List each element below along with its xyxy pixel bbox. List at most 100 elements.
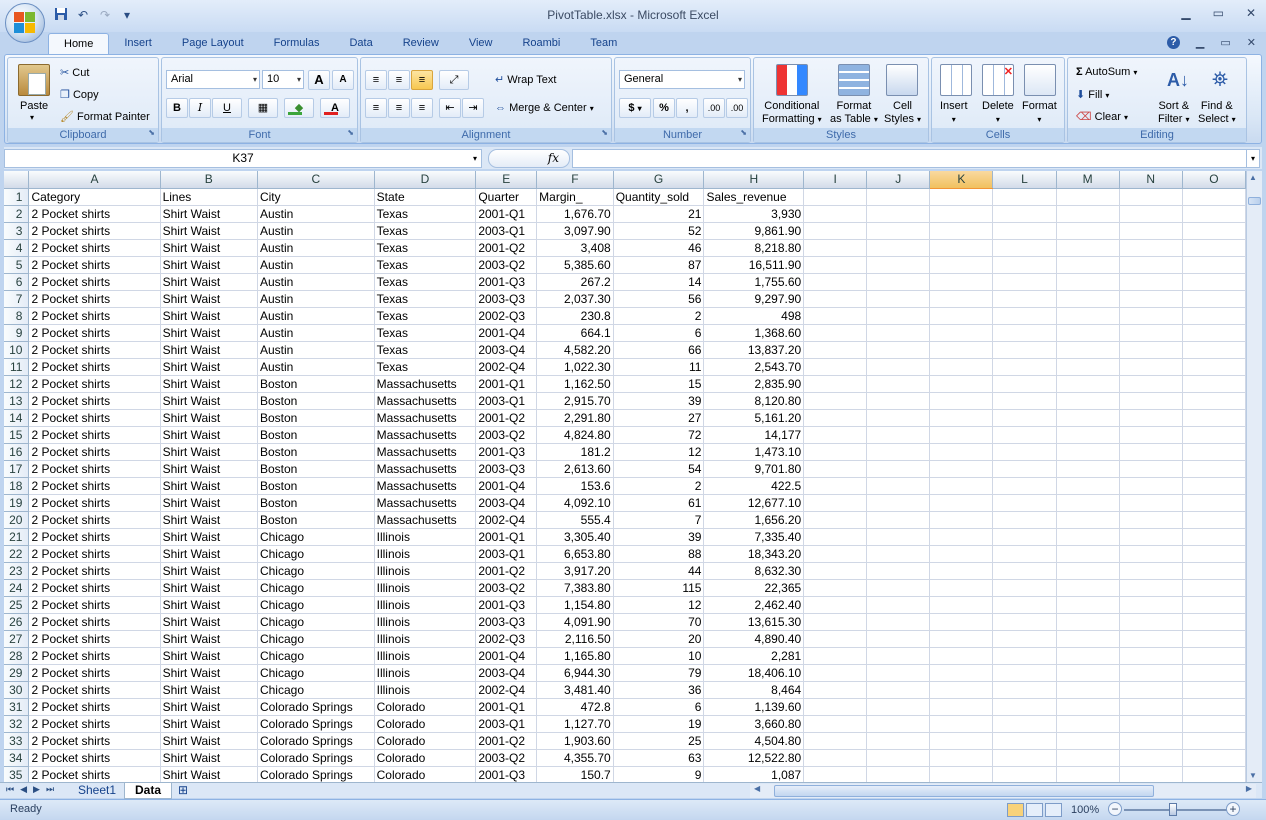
column-header-j[interactable]: J [866, 171, 931, 189]
cell-o22[interactable] [1182, 545, 1246, 563]
cell-j34[interactable] [866, 749, 931, 767]
cell-c3[interactable]: Austin [257, 222, 375, 240]
cell-e30[interactable]: 2002-Q4 [475, 681, 538, 699]
cell-l34[interactable] [992, 749, 1057, 767]
cell-m21[interactable] [1056, 528, 1120, 546]
cell-m5[interactable] [1056, 256, 1120, 274]
cell-o29[interactable] [1182, 664, 1246, 682]
cell-o27[interactable] [1182, 630, 1246, 648]
cell-m34[interactable] [1056, 749, 1120, 767]
cell-l29[interactable] [992, 664, 1057, 682]
cell-h25[interactable]: 2,462.40 [703, 596, 805, 614]
cell-l7[interactable] [992, 290, 1057, 308]
cell-n2[interactable] [1119, 205, 1183, 223]
row-header[interactable]: 31 [4, 698, 30, 716]
cell-j22[interactable] [866, 545, 931, 563]
cell-i25[interactable] [803, 596, 868, 614]
cell-d18[interactable]: Massachusetts [374, 477, 477, 495]
cell-h20[interactable]: 1,656.20 [703, 511, 805, 529]
cell-j8[interactable] [866, 307, 931, 325]
cell-f24[interactable]: 7,383.80 [536, 579, 614, 597]
cell-b35[interactable]: Shirt Waist [160, 766, 258, 782]
row-header[interactable]: 10 [4, 341, 30, 359]
scroll-left-icon[interactable]: ◀ [754, 784, 760, 793]
cell-e31[interactable]: 2001-Q1 [475, 698, 538, 716]
cell-f30[interactable]: 3,481.40 [536, 681, 614, 699]
cell-b3[interactable]: Shirt Waist [160, 222, 258, 240]
column-header-d[interactable]: D [374, 171, 477, 189]
cell-h34[interactable]: 12,522.80 [703, 749, 805, 767]
cell-e12[interactable]: 2001-Q1 [475, 375, 538, 393]
row-header[interactable]: 30 [4, 681, 30, 699]
cell-j6[interactable] [866, 273, 931, 291]
cell-l17[interactable] [992, 460, 1057, 478]
cell-a5[interactable]: 2 Pocket shirts [28, 256, 161, 274]
cell-o26[interactable] [1182, 613, 1246, 631]
cell-c26[interactable]: Chicago [257, 613, 375, 631]
cell-b13[interactable]: Shirt Waist [160, 392, 258, 410]
column-header-a[interactable]: A [28, 171, 161, 189]
cell-j19[interactable] [866, 494, 931, 512]
cell-g35[interactable]: 9 [613, 766, 705, 782]
column-header-g[interactable]: G [613, 171, 705, 189]
cell-j5[interactable] [866, 256, 931, 274]
cell-d28[interactable]: Illinois [374, 647, 477, 665]
cell-h6[interactable]: 1,755.60 [703, 273, 805, 291]
cell-j25[interactable] [866, 596, 931, 614]
cell-b5[interactable]: Shirt Waist [160, 256, 258, 274]
cell-m15[interactable] [1056, 426, 1120, 444]
cell-l16[interactable] [992, 443, 1057, 461]
cell-j33[interactable] [866, 732, 931, 750]
cell-f4[interactable]: 3,408 [536, 239, 614, 257]
row-header[interactable]: 20 [4, 511, 30, 529]
row-header[interactable]: 18 [4, 477, 30, 495]
cell-c13[interactable]: Boston [257, 392, 375, 410]
cell-i16[interactable] [803, 443, 868, 461]
cell-k4[interactable] [929, 239, 994, 257]
cell-g16[interactable]: 12 [613, 443, 705, 461]
tab-roambi[interactable]: Roambi [507, 33, 575, 55]
cell-i28[interactable] [803, 647, 868, 665]
cell-j2[interactable] [866, 205, 931, 223]
cell-g3[interactable]: 52 [613, 222, 705, 240]
cell-f26[interactable]: 4,091.90 [536, 613, 614, 631]
cell-d26[interactable]: Illinois [374, 613, 477, 631]
cell-f32[interactable]: 1,127.70 [536, 715, 614, 733]
formula-input[interactable] [572, 149, 1248, 168]
cell-f22[interactable]: 6,653.80 [536, 545, 614, 563]
cell-e17[interactable]: 2003-Q3 [475, 460, 538, 478]
cell-h16[interactable]: 1,473.10 [703, 443, 805, 461]
cell-l22[interactable] [992, 545, 1057, 563]
cell-g25[interactable]: 12 [613, 596, 705, 614]
cell-i33[interactable] [803, 732, 868, 750]
cell-m10[interactable] [1056, 341, 1120, 359]
cell-d27[interactable]: Illinois [374, 630, 477, 648]
cell-c18[interactable]: Boston [257, 477, 375, 495]
cell-a6[interactable]: 2 Pocket shirts [28, 273, 161, 291]
cell-h31[interactable]: 1,139.60 [703, 698, 805, 716]
cell-d10[interactable]: Texas [374, 341, 477, 359]
cell-a29[interactable]: 2 Pocket shirts [28, 664, 161, 682]
cell-i27[interactable] [803, 630, 868, 648]
cell-c30[interactable]: Chicago [257, 681, 375, 699]
cell-n18[interactable] [1119, 477, 1183, 495]
cell-m32[interactable] [1056, 715, 1120, 733]
cell-e13[interactable]: 2003-Q1 [475, 392, 538, 410]
cell-g11[interactable]: 11 [613, 358, 705, 376]
cell-k25[interactable] [929, 596, 994, 614]
cell-c28[interactable]: Chicago [257, 647, 375, 665]
cell-i15[interactable] [803, 426, 868, 444]
cell-b7[interactable]: Shirt Waist [160, 290, 258, 308]
tab-page-layout[interactable]: Page Layout [167, 33, 259, 55]
decrease-decimal-button[interactable]: .00 [726, 98, 748, 118]
column-header-e[interactable]: E [475, 171, 538, 189]
cell-g1[interactable]: Quantity_sold [613, 188, 705, 206]
zoom-level[interactable]: 100% [1071, 804, 1099, 816]
cell-n1[interactable] [1119, 188, 1183, 206]
tab-team[interactable]: Team [575, 33, 632, 55]
font-color-button[interactable]: A [320, 98, 350, 118]
cell-e22[interactable]: 2003-Q1 [475, 545, 538, 563]
cell-j27[interactable] [866, 630, 931, 648]
cell-e33[interactable]: 2001-Q2 [475, 732, 538, 750]
decrease-indent-button[interactable]: ⇤ [439, 98, 461, 118]
